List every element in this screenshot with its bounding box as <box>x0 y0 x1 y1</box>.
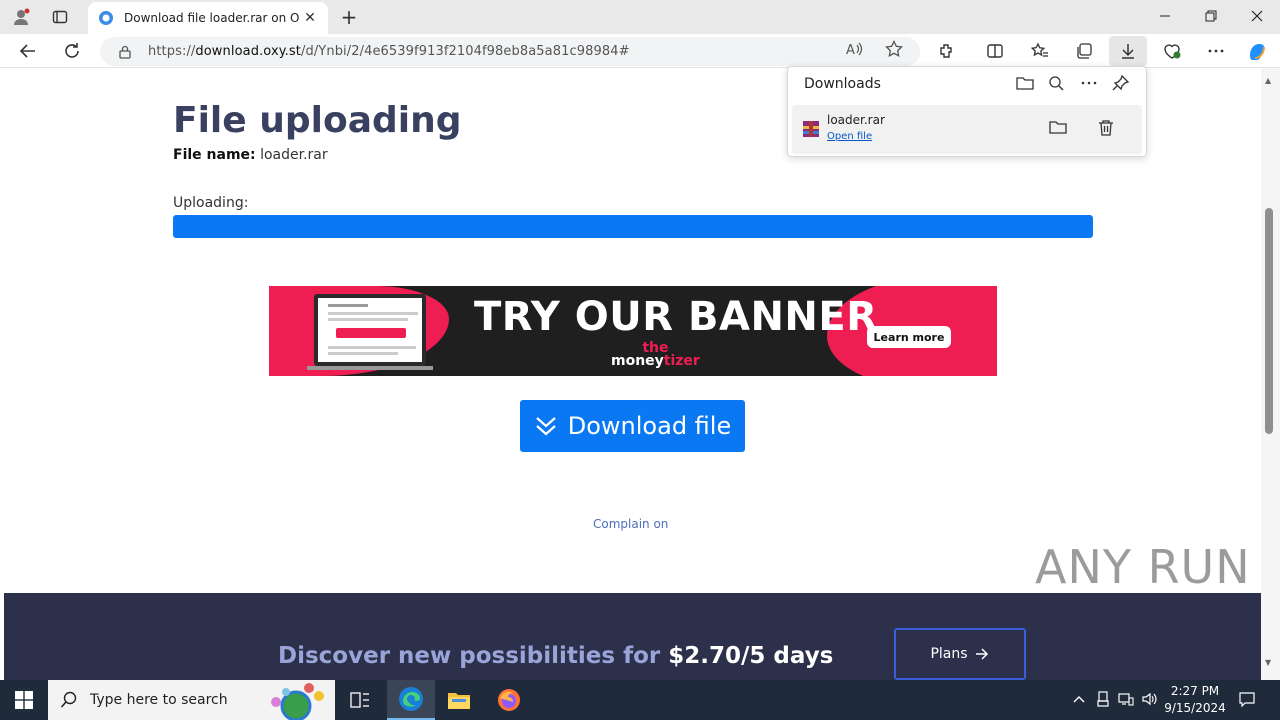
more-options-icon[interactable] <box>1080 75 1100 93</box>
screen: Download file loader.rar on Oxy.Cloud ✕ … <box>0 0 1280 720</box>
task-view-icon[interactable] <box>336 680 384 720</box>
banner-brand-logo: the moneytizer <box>611 340 700 369</box>
url-text: https://download.oxy.st/d/Ynbi/2/4e6539f… <box>148 44 630 59</box>
volume-icon[interactable] <box>1141 690 1159 708</box>
taskbar-search[interactable]: Type here to search <box>48 680 335 720</box>
close-window-icon[interactable] <box>1234 0 1280 32</box>
pin-icon[interactable] <box>1112 74 1132 93</box>
download-file-label: Download file <box>567 412 732 440</box>
favorites-icon[interactable] <box>1027 39 1053 63</box>
search-icon <box>60 691 77 708</box>
browser-toolbar: https://download.oxy.st/d/Ynbi/2/4e6539f… <box>0 34 1280 68</box>
scroll-up-icon[interactable]: ▲ <box>1265 76 1271 85</box>
open-file-link[interactable]: Open file <box>827 131 872 142</box>
page-title: File uploading <box>173 100 462 141</box>
minimize-icon[interactable] <box>1142 0 1188 32</box>
extensions-icon[interactable] <box>934 39 960 63</box>
scrollbar-thumb[interactable] <box>1265 208 1273 434</box>
browser-essentials-icon[interactable] <box>1159 39 1185 63</box>
tab-strip: Download file loader.rar on Oxy.Cloud ✕ … <box>0 0 1280 34</box>
clock-time: 2:27 PM <box>1170 684 1220 698</box>
page-scrollbar[interactable]: ▲ ▼ <box>1261 68 1280 680</box>
scroll-down-icon[interactable]: ▼ <box>1265 658 1271 667</box>
svg-text:A: A <box>846 43 855 58</box>
search-downloads-icon[interactable] <box>1048 75 1068 93</box>
settings-more-icon[interactable] <box>1203 39 1229 63</box>
file-name-label: File name: <box>173 147 256 163</box>
banner-headline: TRY OUR BANNER <box>474 294 878 340</box>
taskbar: Type here to search 2:27 PM 9/15/2024 <box>0 680 1280 720</box>
start-button[interactable] <box>0 680 48 720</box>
delete-icon[interactable] <box>1097 119 1117 139</box>
upload-progress-fill <box>173 215 1093 238</box>
anyrun-watermark: ANY RUN <box>1035 540 1251 594</box>
file-explorer-icon[interactable] <box>435 680 483 720</box>
tab-active[interactable]: Download file loader.rar on Oxy.Cloud ✕ <box>88 2 328 34</box>
show-in-folder-icon[interactable] <box>1049 119 1069 139</box>
arrow-right-icon <box>975 648 988 660</box>
read-aloud-icon[interactable]: A <box>845 40 863 58</box>
new-tab-icon[interactable]: + <box>338 5 360 29</box>
promo-footer: Discover new possibilities for $2.70/5 d… <box>4 593 1261 680</box>
tab-actions-icon[interactable] <box>49 6 71 28</box>
upload-progress-bar <box>173 215 1093 238</box>
complain-link[interactable]: Complain on <box>593 517 668 531</box>
taskbar-clock[interactable]: 2:27 PM 9/15/2024 <box>1160 683 1230 717</box>
search-highlight-illustration-icon <box>271 683 324 720</box>
lock-icon[interactable] <box>118 45 132 59</box>
open-downloads-folder-icon[interactable] <box>1016 75 1036 93</box>
downloads-title: Downloads <box>804 76 881 92</box>
laptop-illustration <box>314 294 426 366</box>
ad-banner[interactable]: TRY OUR BANNER the moneytizer Learn more <box>269 286 997 376</box>
copilot-icon[interactable] <box>1244 39 1270 63</box>
plans-button[interactable]: Plans <box>894 628 1026 680</box>
clock-date: 9/15/2024 <box>1164 701 1226 715</box>
notifications-icon[interactable] <box>1238 690 1256 708</box>
uploading-label: Uploading: <box>173 195 249 211</box>
firefox-icon[interactable] <box>485 680 533 720</box>
windows-logo-icon <box>15 691 33 709</box>
download-item[interactable]: loader.rar Open file <box>792 105 1142 154</box>
refresh-icon[interactable] <box>60 39 84 63</box>
profile-icon[interactable] <box>10 6 32 28</box>
downloads-icon[interactable] <box>1109 36 1147 66</box>
rar-file-icon <box>803 121 819 137</box>
collections-icon[interactable] <box>1071 39 1097 63</box>
device-icon[interactable] <box>1094 690 1112 708</box>
promo-text: Discover new possibilities for $2.70/5 d… <box>278 643 834 669</box>
restore-icon[interactable] <box>1188 0 1234 32</box>
tab-title: Download file loader.rar on Oxy.Cloud <box>124 11 300 25</box>
split-screen-icon[interactable] <box>982 39 1008 63</box>
network-icon[interactable] <box>1117 690 1135 708</box>
favorite-star-icon[interactable] <box>885 39 903 58</box>
double-chevron-down-icon <box>536 417 556 436</box>
tray-overflow-icon[interactable] <box>1070 690 1088 708</box>
address-bar[interactable]: https://download.oxy.st/d/Ynbi/2/4e6539f… <box>100 37 920 66</box>
download-filename: loader.rar <box>827 113 885 127</box>
close-tab-icon[interactable]: ✕ <box>300 10 320 26</box>
edge-taskbar-icon[interactable] <box>387 680 435 720</box>
oxy-favicon-icon <box>99 11 113 25</box>
file-name-value: loader.rar <box>260 147 328 163</box>
back-icon[interactable] <box>16 39 40 63</box>
download-file-button[interactable]: Download file <box>520 400 745 452</box>
downloads-panel: Downloads loader.rar Open file <box>787 66 1147 157</box>
learn-more-button[interactable]: Learn more <box>867 326 951 348</box>
file-name-row: File name: loader.rar <box>173 147 328 163</box>
search-placeholder: Type here to search <box>90 692 228 708</box>
